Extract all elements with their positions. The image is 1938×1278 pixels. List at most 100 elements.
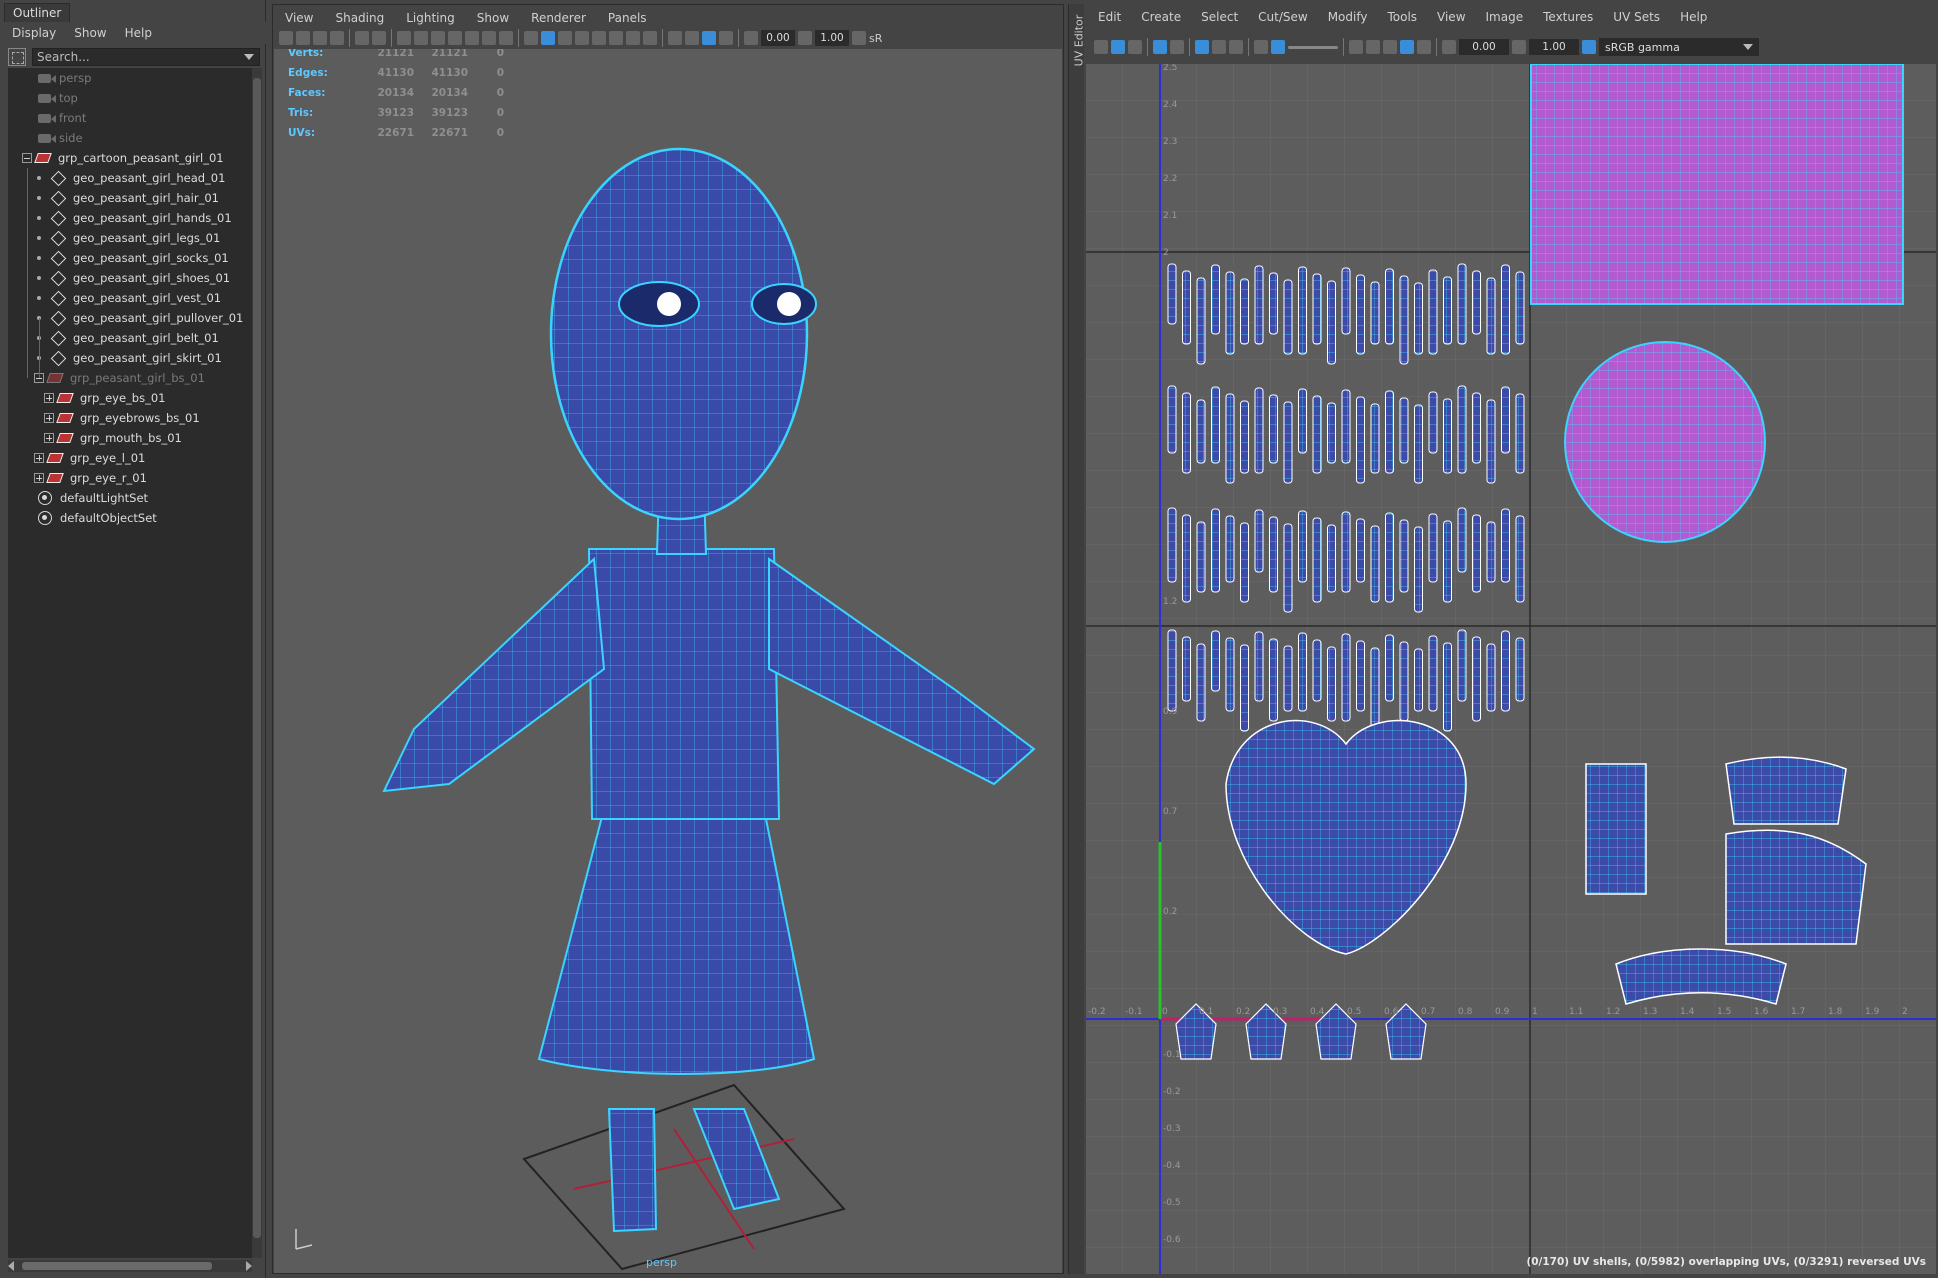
exposure-icon[interactable]	[744, 31, 758, 45]
outliner-item[interactable]: grp_eyebrows_bs_01	[44, 408, 200, 428]
scroll-left-icon[interactable]	[8, 1261, 14, 1271]
uv-color-management-icon[interactable]	[1582, 40, 1596, 54]
camera-attributes-icon[interactable]	[296, 31, 310, 45]
ambient-occlusion-icon[interactable]	[643, 31, 657, 45]
uv-shaded-icon[interactable]	[1128, 40, 1142, 54]
uv-dim-image-icon[interactable]	[1229, 40, 1243, 54]
isolate-select-icon[interactable]	[668, 31, 682, 45]
scrollbar-thumb[interactable]	[22, 1262, 212, 1270]
uv-editor-side-tab[interactable]: UV Editor	[1068, 4, 1085, 1274]
smooth-shade-icon[interactable]	[541, 31, 555, 45]
expand-icon[interactable]	[34, 473, 44, 483]
outliner-search-input[interactable]: Search...	[32, 48, 260, 66]
grid-icon[interactable]	[397, 31, 411, 45]
gamma-icon[interactable]	[798, 31, 812, 45]
safe-action-icon[interactable]	[482, 31, 496, 45]
texture-borders-icon[interactable]	[1366, 40, 1380, 54]
outliner-item[interactable]: geo_peasant_girl_vest_01	[34, 288, 221, 308]
outliner-item[interactable]: geo_peasant_girl_skirt_01	[34, 348, 222, 368]
uv-menu-select[interactable]: Select	[1201, 10, 1238, 24]
color-space-dropdown[interactable]: sRGB gamma	[1599, 38, 1759, 56]
expand-icon[interactable]	[44, 413, 54, 423]
2d-pan-icon[interactable]	[355, 31, 369, 45]
3d-viewport[interactable]: Verts: 21121 21121 0 Edges: 41130 41130 0 Faces:…	[274, 49, 1062, 1273]
uv-menu-tools[interactable]: Tools	[1387, 10, 1417, 24]
uv-menu-help[interactable]: Help	[1680, 10, 1707, 24]
image-plane-icon[interactable]	[330, 31, 344, 45]
safe-title-icon[interactable]	[499, 31, 513, 45]
uv-menu-modify[interactable]: Modify	[1328, 10, 1368, 24]
viewport-menu-renderer[interactable]: Renderer	[531, 11, 586, 25]
outliner-item[interactable]: grp_mouth_bs_01	[44, 428, 182, 448]
wireframe-icon[interactable]	[524, 31, 538, 45]
search-dropdown-icon[interactable]	[244, 54, 254, 60]
outliner-item[interactable]: grp_eye_l_01	[34, 448, 145, 468]
rgb-channels-icon[interactable]	[1254, 40, 1268, 54]
uv-exposure-icon[interactable]	[1442, 40, 1456, 54]
checker-icon[interactable]	[1400, 40, 1414, 54]
shell-borders-icon[interactable]	[1383, 40, 1397, 54]
outliner-item[interactable]: top	[38, 88, 78, 108]
outliner-tab[interactable]: Outliner	[4, 3, 71, 23]
uv-grid-canvas[interactable]: -0.2 -0.1 0 0.1 0.2 0.3 0.4 0.5 0.6 0.7 0.8 0.9 1 1.1…	[1086, 64, 1936, 1274]
uv-menu-image[interactable]: Image	[1486, 10, 1524, 24]
outliner-item[interactable]: geo_peasant_girl_pullover_01	[34, 308, 243, 328]
resolution-gate-icon[interactable]	[431, 31, 445, 45]
xray-icon[interactable]	[685, 31, 699, 45]
textured-icon[interactable]	[592, 31, 606, 45]
uv-grid-icon[interactable]	[1195, 40, 1209, 54]
viewport-menu-view[interactable]: View	[285, 11, 313, 25]
uv-menu-create[interactable]: Create	[1141, 10, 1181, 24]
outliner-item[interactable]: grp_peasant_girl_bs_01	[34, 368, 205, 388]
grease-pencil-icon[interactable]	[372, 31, 386, 45]
expand-icon[interactable]	[44, 393, 54, 403]
outliner-item[interactable]: geo_peasant_girl_legs_01	[34, 228, 220, 248]
select-camera-icon[interactable]	[279, 31, 293, 45]
image-ratio-slider[interactable]	[1288, 45, 1338, 49]
wireframe-on-shaded-icon[interactable]	[575, 31, 589, 45]
uv-wireframe-icon[interactable]	[1153, 40, 1167, 54]
outliner-item[interactable]: defaultLightSet	[38, 488, 148, 508]
bookmark-icon[interactable]	[313, 31, 327, 45]
alpha-channel-icon[interactable]	[1271, 40, 1285, 54]
outliner-item[interactable]: grp_eye_r_01	[34, 468, 147, 488]
isolate-uvs-icon[interactable]	[1349, 40, 1363, 54]
outliner-vertical-scrollbar[interactable]	[252, 68, 262, 1258]
xray-joints-icon[interactable]	[702, 31, 716, 45]
collapse-icon[interactable]	[22, 153, 32, 163]
uv-distortion-icon[interactable]	[1170, 40, 1184, 54]
outliner-item[interactable]: geo_peasant_girl_hair_01	[34, 188, 219, 208]
viewport-menu-show[interactable]: Show	[477, 11, 509, 25]
uv-menu-uv-sets[interactable]: UV Sets	[1613, 10, 1660, 24]
outliner-item[interactable]: defaultObjectSet	[38, 508, 157, 528]
viewport-menu-panels[interactable]: Panels	[608, 11, 647, 25]
expand-icon[interactable]	[44, 433, 54, 443]
scrollbar-thumb[interactable]	[253, 78, 261, 1238]
outliner-item[interactable]: front	[38, 108, 86, 128]
uv-gamma-icon[interactable]	[1512, 40, 1526, 54]
exposure-field[interactable]: 0.00	[761, 30, 795, 46]
gate-mask-icon[interactable]	[448, 31, 462, 45]
outliner-item[interactable]: geo_peasant_girl_hands_01	[34, 208, 232, 228]
uv-pixel-snap-icon[interactable]	[1212, 40, 1226, 54]
outliner-menu-show[interactable]: Show	[74, 26, 106, 40]
outliner-item[interactable]: grp_cartoon_peasant_girl_01	[22, 148, 224, 168]
outliner-menu-display[interactable]: Display	[12, 26, 56, 40]
lights-icon[interactable]	[609, 31, 623, 45]
default-material-icon[interactable]	[558, 31, 572, 45]
uv-exposure-field[interactable]: 0.00	[1459, 39, 1509, 55]
outliner-item[interactable]: geo_peasant_girl_shoes_01	[34, 268, 230, 288]
outliner-horizontal-scrollbar[interactable]	[8, 1260, 252, 1272]
color-management-icon[interactable]	[852, 31, 866, 45]
uv-menu-view[interactable]: View	[1437, 10, 1465, 24]
uv-image-icon[interactable]	[1111, 40, 1125, 54]
outliner-item[interactable]: geo_peasant_girl_socks_01	[34, 248, 229, 268]
xray-active-icon[interactable]	[719, 31, 733, 45]
film-gate-icon[interactable]	[414, 31, 428, 45]
uv-toolkit-icon[interactable]	[1094, 40, 1108, 54]
outliner-item[interactable]: geo_peasant_girl_head_01	[34, 168, 225, 188]
scroll-right-icon[interactable]	[246, 1261, 252, 1271]
uv-menu-edit[interactable]: Edit	[1098, 10, 1121, 24]
viewport-menu-lighting[interactable]: Lighting	[406, 11, 455, 25]
outliner-item[interactable]: persp	[38, 68, 91, 88]
